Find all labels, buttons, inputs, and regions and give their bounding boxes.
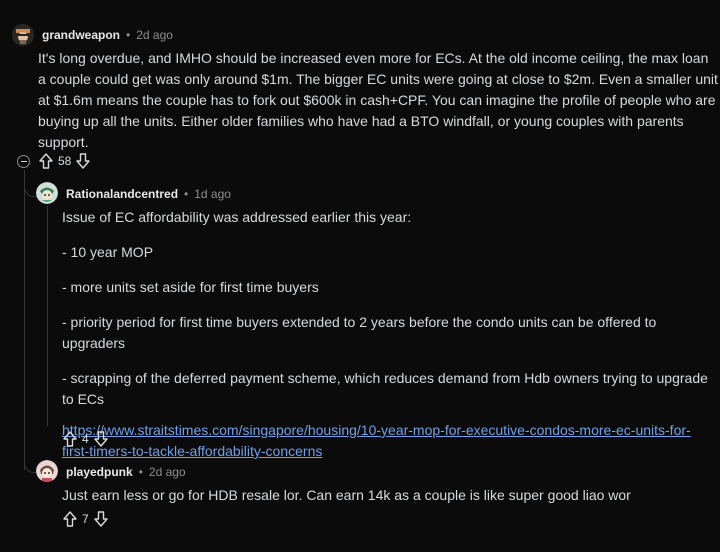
upvote-icon[interactable]	[62, 430, 78, 448]
comment-body: Just earn less or go for HDB resale lor.…	[62, 487, 631, 503]
comment-intro: Issue of EC affordability was addressed …	[62, 209, 412, 225]
comment-author[interactable]: grandweapon	[42, 28, 120, 42]
upvote-icon[interactable]	[62, 510, 78, 528]
avatar[interactable]	[12, 24, 34, 46]
comment-time[interactable]: 2d ago	[149, 465, 186, 479]
vote-bar: 58	[38, 152, 91, 170]
comment-line: support.	[38, 134, 89, 150]
vote-count: 58	[58, 154, 72, 168]
thread-line-reply[interactable]	[47, 206, 48, 426]
list-item: - more units set aside for first time bu…	[62, 279, 319, 295]
collapse-icon[interactable]	[17, 155, 30, 168]
vote-count: 4	[82, 432, 89, 446]
upvote-icon[interactable]	[38, 152, 54, 170]
comment-time[interactable]: 2d ago	[136, 28, 173, 42]
list-item: to ECs	[62, 391, 105, 407]
article-link[interactable]: https://www.straitstimes.com/singapore/h…	[62, 420, 712, 441]
downvote-icon[interactable]	[75, 152, 91, 170]
avatar[interactable]	[36, 460, 58, 482]
comment-author[interactable]: Rationalandcentred	[66, 187, 178, 201]
comment-body: Issue of EC affordability was addressed …	[62, 207, 712, 462]
avatar-image	[36, 182, 58, 204]
meta-separator: •	[126, 28, 131, 42]
comment-line: at $1.6m means the couple has to fork ou…	[38, 92, 716, 108]
downvote-icon[interactable]	[93, 430, 109, 448]
avatar[interactable]	[36, 182, 58, 204]
article-link[interactable]: first-timers-to-tackle-affordability-con…	[62, 441, 712, 462]
vote-bar: 4	[62, 430, 109, 448]
vote-bar: 7	[62, 510, 109, 528]
comment-line: buying up all the units. Either older fa…	[38, 113, 684, 129]
list-item: - priority period for first time buyers …	[62, 314, 657, 330]
vote-count: 7	[82, 512, 89, 526]
comment-time[interactable]: 1d ago	[194, 187, 231, 201]
avatar-image	[36, 460, 58, 482]
list-item: - scrapping of the deferred payment sche…	[62, 370, 708, 386]
comment-line: It's long overdue, and IMHO should be in…	[38, 50, 709, 66]
avatar-image	[12, 24, 34, 46]
meta-separator: •	[138, 465, 143, 479]
list-item: upgraders	[62, 335, 126, 351]
meta-separator: •	[184, 187, 189, 201]
comment-author[interactable]: playedpunk	[66, 465, 133, 479]
downvote-icon[interactable]	[93, 510, 109, 528]
comment-line: a couple could get was only around $1m. …	[38, 71, 718, 87]
comment-body: It's long overdue, and IMHO should be in…	[38, 48, 718, 153]
list-item: - 10 year MOP	[62, 244, 154, 260]
thread-line-root[interactable]	[24, 170, 25, 470]
